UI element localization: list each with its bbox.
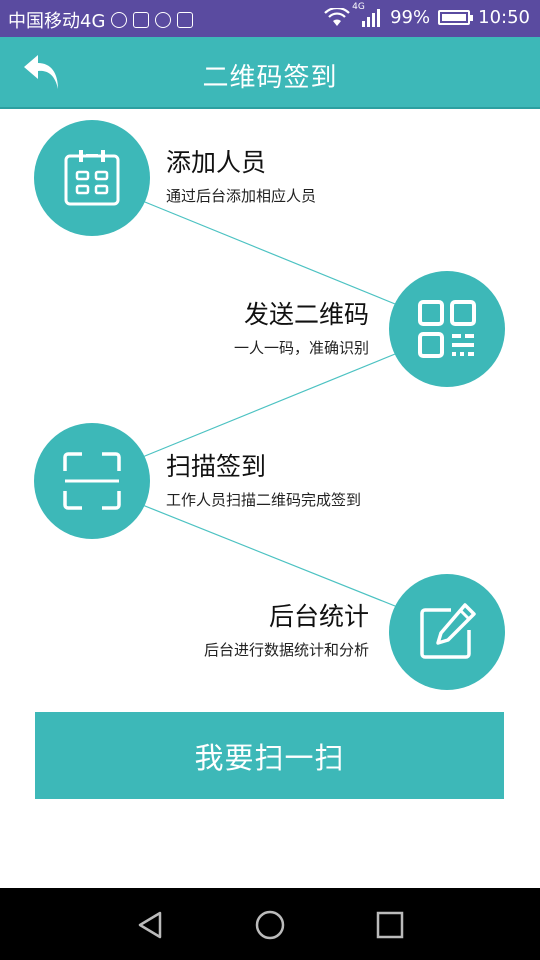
- scan-button[interactable]: 我要扫一扫: [35, 712, 504, 799]
- step-3-subtitle: 工作人员扫描二维码完成签到: [166, 491, 362, 509]
- scan-frame-icon: [63, 452, 121, 510]
- header-bar: 二维码签到: [0, 37, 540, 109]
- edit-icon: [420, 603, 476, 659]
- app-icon: [155, 12, 172, 28]
- step-3-title: 扫描签到: [166, 452, 267, 481]
- step-4-subtitle: 后台进行数据统计和分析: [203, 641, 369, 659]
- step-3-circle: [34, 423, 150, 539]
- clock: 10:50: [478, 7, 530, 28]
- navigation-bar: [0, 888, 540, 960]
- battery-icon: [438, 10, 474, 25]
- step-1-text: 添加人员 通过后台添加相应人员: [166, 148, 316, 206]
- step-4-title: 后台统计: [268, 602, 369, 631]
- step-2-circle: [389, 271, 505, 387]
- message-icon: [177, 12, 194, 28]
- step-3-text: 扫描签到 工作人员扫描二维码完成签到: [166, 452, 361, 510]
- wifi-icon: [324, 7, 350, 26]
- signal-icon: 4G: [352, 2, 382, 28]
- step-1-subtitle: 通过后台添加相应人员: [166, 187, 317, 205]
- back-triangle-icon[interactable]: [134, 908, 168, 942]
- calendar-icon: [64, 150, 120, 206]
- home-circle-icon[interactable]: [253, 908, 287, 942]
- step-2-title: 发送二维码: [243, 300, 369, 329]
- notification-icon: [111, 12, 128, 28]
- step-4-circle: [389, 574, 505, 690]
- recents-square-icon[interactable]: [373, 908, 407, 942]
- step-1-title: 添加人员: [166, 148, 267, 177]
- carrier-label: 中国移动4G: [8, 11, 106, 32]
- step-2-subtitle: 一人一码，准确识别: [233, 339, 369, 357]
- page-title: 二维码签到: [202, 63, 338, 93]
- qr-code-icon: [418, 300, 476, 358]
- step-1-circle: [34, 120, 150, 236]
- image-icon: [133, 12, 150, 28]
- status-bar: 中国移动4G 4G 99% 10:50: [0, 0, 540, 37]
- battery-percent: 99%: [390, 7, 431, 28]
- step-2-text: 发送二维码 一人一码，准确识别: [234, 300, 369, 358]
- step-4-text: 后台统计 后台进行数据统计和分析: [204, 602, 369, 660]
